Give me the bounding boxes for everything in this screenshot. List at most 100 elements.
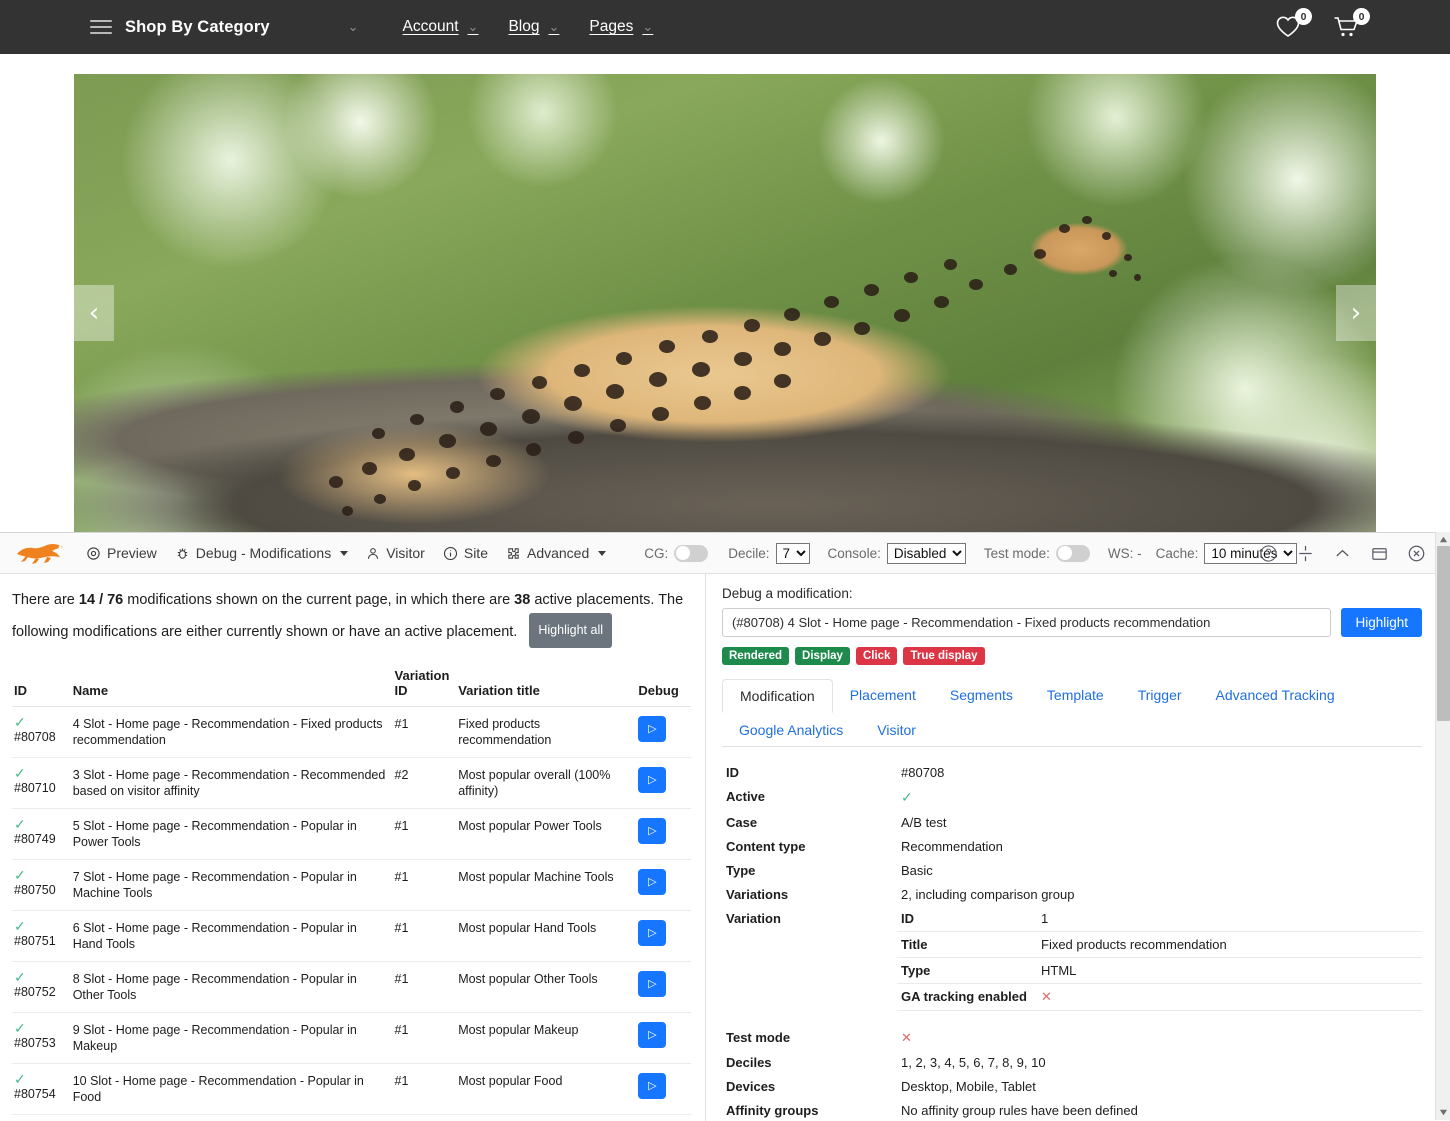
value-case: A/B test — [897, 810, 1422, 834]
scroll-up-arrow-icon[interactable] — [1439, 535, 1448, 544]
row-variation-id: #1 — [393, 1064, 457, 1115]
variation-row-id: ID 1 — [897, 906, 1422, 932]
toolbar-debug-modifications[interactable]: Debug - Modifications — [175, 545, 348, 561]
wishlist-button[interactable]: 0 — [1274, 12, 1304, 42]
active-check-icon: ✓ — [14, 767, 65, 779]
table-row[interactable]: ✓#807516 Slot - Home page - Recommendati… — [12, 911, 691, 962]
eye-icon — [86, 546, 101, 561]
table-row[interactable]: ✓#807084 Slot - Home page - Recommendati… — [12, 707, 691, 758]
highlight-button[interactable]: Highlight — [1341, 608, 1422, 637]
tab-modification[interactable]: Modification — [722, 679, 833, 713]
row-variation-title: Most popular Hand Tools — [456, 911, 636, 962]
tab-trigger[interactable]: Trigger — [1121, 679, 1199, 712]
hamburger-icon[interactable] — [90, 20, 112, 34]
nav-item-blog[interactable]: Blog ⌄ — [508, 18, 559, 36]
row-name: 3 Slot - Home page - Recommendation - Re… — [71, 758, 393, 809]
split-view-icon[interactable] — [1296, 544, 1315, 563]
row-variation-title: Most popular overall (100% affinity) — [456, 758, 636, 809]
row-debug-button[interactable]: ▷ — [638, 971, 666, 997]
scroll-down-arrow-icon[interactable] — [1439, 1108, 1448, 1117]
tab-segments[interactable]: Segments — [933, 679, 1030, 712]
chevron-down-icon — [340, 551, 348, 556]
help-icon[interactable] — [1259, 544, 1278, 563]
row-debug-button[interactable]: ▷ — [638, 1022, 666, 1048]
nav-item-account-label: Account — [403, 18, 459, 36]
close-icon[interactable] — [1407, 544, 1426, 563]
nav-item-pages[interactable]: Pages ⌄ — [589, 18, 653, 36]
modifications-summary: There are 14 / 76 modifications shown on… — [12, 588, 691, 648]
detail-row-variation: Variation ID 1 Title Fixed products reco… — [722, 906, 1422, 1011]
table-row[interactable]: ✓#807103 Slot - Home page - Recommendati… — [12, 758, 691, 809]
event-pill-click[interactable]: Click — [856, 647, 898, 665]
label-id: ID — [722, 760, 897, 784]
table-row[interactable]: ✓#8075410 Slot - Home page - Recommendat… — [12, 1064, 691, 1115]
table-row[interactable]: ✓#807495 Slot - Home page - Recommendati… — [12, 809, 691, 860]
check-icon: ✓ — [901, 789, 913, 805]
toolbar-preview[interactable]: Preview — [86, 545, 157, 561]
shop-by-category-label[interactable]: Shop By Category — [125, 18, 270, 37]
table-row[interactable]: ✓#807539 Slot - Home page - Recommendati… — [12, 1013, 691, 1064]
row-debug-button[interactable]: ▷ — [638, 818, 666, 844]
value-deciles: 1, 2, 3, 4, 5, 6, 7, 8, 9, 10 — [897, 1050, 1422, 1074]
cross-icon: ✕ — [901, 1030, 912, 1045]
event-pill-true-display[interactable]: True display — [903, 647, 984, 665]
collapse-icon[interactable] — [1333, 544, 1352, 563]
row-debug-button[interactable]: ▷ — [638, 869, 666, 895]
cart-button[interactable]: 0 — [1332, 12, 1362, 42]
active-check-icon: ✓ — [14, 818, 65, 830]
th-debug: Debug — [636, 668, 691, 707]
kameleoon-cheetah-logo[interactable] — [14, 540, 68, 566]
test-mode-toggle[interactable] — [1056, 545, 1090, 562]
tab-visitor[interactable]: Visitor — [860, 714, 933, 746]
toolbar-visitor[interactable]: Visitor — [366, 545, 425, 561]
toolbar-site[interactable]: Site — [443, 545, 488, 561]
row-debug-button[interactable]: ▷ — [638, 767, 666, 793]
cross-icon: ✕ — [1041, 989, 1052, 1004]
tab-template[interactable]: Template — [1030, 679, 1121, 712]
table-row[interactable]: ✓#807528 Slot - Home page - Recommendati… — [12, 962, 691, 1013]
tab-advanced-tracking[interactable]: Advanced Tracking — [1199, 679, 1352, 712]
modification-detail-table: ID #80708 Active ✓ Case A/B test Content… — [722, 760, 1422, 1121]
nav-item-account[interactable]: Account ⌄ — [403, 18, 479, 36]
hero-carousel: ‹ › — [74, 74, 1376, 532]
nav-item-pages-label: Pages — [589, 18, 633, 36]
event-pill-display[interactable]: Display — [795, 647, 850, 665]
active-check-icon: ✓ — [14, 920, 65, 932]
toolbar-advanced[interactable]: Advanced — [506, 545, 606, 561]
tab-google-analytics[interactable]: Google Analytics — [722, 714, 860, 746]
highlight-all-button[interactable]: Highlight all — [529, 613, 612, 648]
toolbar-debug-label: Debug - Modifications — [196, 545, 331, 561]
table-row[interactable]: ✓#807507 Slot - Home page - Recommendati… — [12, 860, 691, 911]
row-debug-button[interactable]: ▷ — [638, 716, 666, 742]
value-content-type: Recommendation — [897, 834, 1422, 858]
kameleoon-debug-panel: Preview Debug - Modifications Visitor Si… — [0, 532, 1450, 1120]
label-variation-title: Title — [897, 932, 1037, 958]
th-name: Name — [71, 668, 393, 707]
window-icon[interactable] — [1370, 544, 1389, 563]
test-mode-control: Test mode: — [984, 545, 1090, 562]
detail-row-deciles: Deciles 1, 2, 3, 4, 5, 6, 7, 8, 9, 10 — [722, 1050, 1422, 1074]
modification-search-input[interactable] — [722, 608, 1331, 637]
tab-placement[interactable]: Placement — [833, 679, 933, 712]
carousel-next-button[interactable]: › — [1336, 285, 1376, 341]
th-id: ID — [12, 668, 71, 707]
scrollbar-thumb[interactable] — [1437, 546, 1450, 721]
decile-select[interactable]: 7 — [776, 543, 810, 564]
toolbar-advanced-label: Advanced — [527, 545, 589, 561]
row-debug-button[interactable]: ▷ — [638, 920, 666, 946]
event-pill-rendered[interactable]: Rendered — [722, 647, 789, 665]
panel-scrollbar[interactable] — [1435, 532, 1450, 1120]
carousel-prev-button[interactable]: ‹ — [74, 285, 114, 341]
console-control: Console: Disabled — [828, 543, 966, 564]
site-header: Shop By Category ⌄ Account ⌄ Blog ⌄ Page… — [0, 0, 1450, 54]
row-variation-title: Fixed products recommendation — [456, 707, 636, 758]
label-deciles: Deciles — [722, 1050, 897, 1074]
table-row[interactable]: ✓#8075511 Slot - Home page - Recommendat… — [12, 1115, 691, 1121]
row-debug-button[interactable]: ▷ — [638, 1073, 666, 1099]
row-name: 11 Slot - Home page - Recommendation - P… — [71, 1115, 393, 1121]
label-variation-id: ID — [897, 906, 1037, 932]
detail-row-test-mode: Test mode ✕ — [722, 1025, 1422, 1050]
console-select[interactable]: Disabled — [887, 543, 966, 564]
cg-toggle[interactable] — [674, 545, 708, 562]
row-id: #80753 — [14, 1035, 65, 1051]
